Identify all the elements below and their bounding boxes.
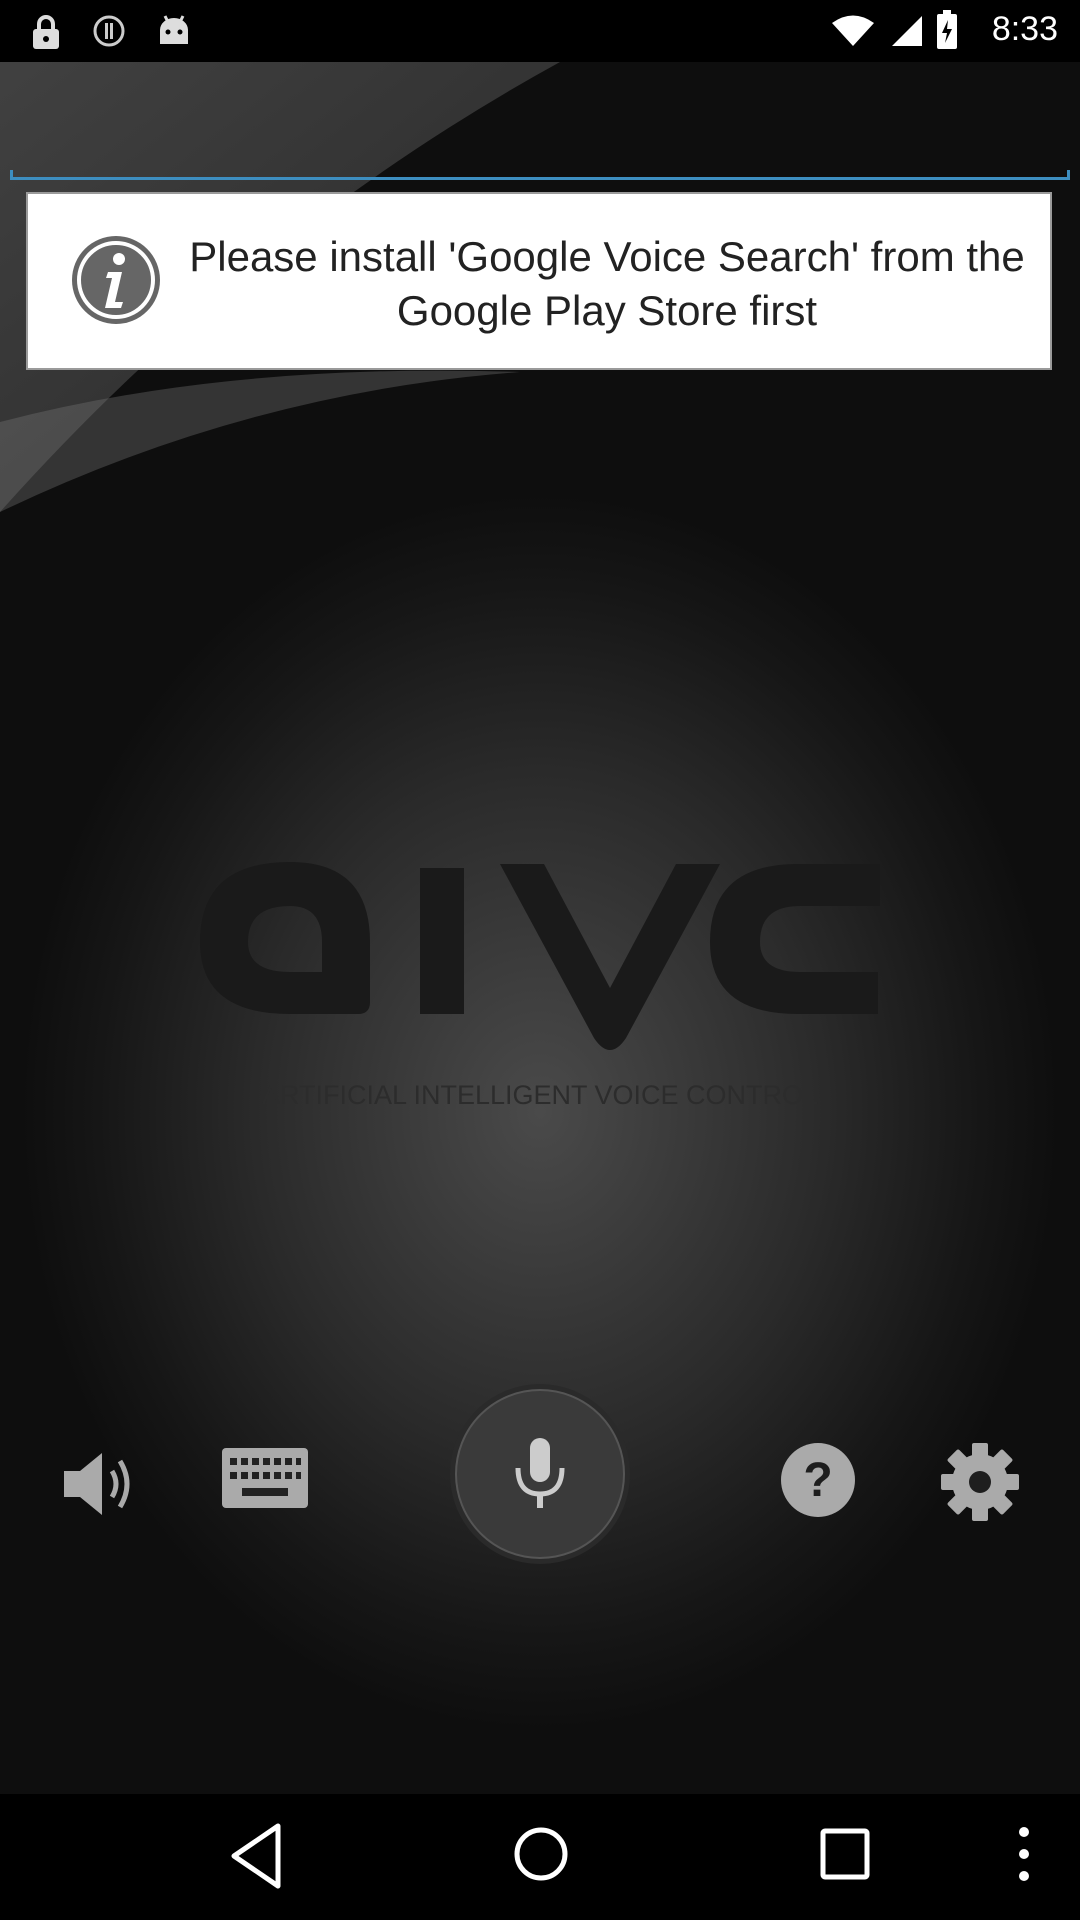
wifi-icon <box>830 14 876 53</box>
home-icon[interactable] <box>513 1826 569 1887</box>
toast-message: Please install 'Google Voice Search' fro… <box>189 233 1025 334</box>
more-options-icon[interactable] <box>1016 1826 1032 1887</box>
keyboard-icon[interactable] <box>222 1448 308 1513</box>
navigation-bar <box>0 1794 1080 1920</box>
aivc-logo: aivc ARTIFICIAL INTELLIGENT VOICE CONTRO… <box>200 862 880 1110</box>
clock: 8:33 <box>991 10 1058 48</box>
app-screen: Please install 'Google Voice Search' fro… <box>0 62 1080 1794</box>
lock-icon <box>30 14 62 55</box>
info-icon <box>68 232 164 328</box>
microphone-icon[interactable] <box>448 1382 632 1571</box>
install-toast: Please install 'Google Voice Search' fro… <box>26 192 1052 370</box>
signal-icon <box>888 14 924 53</box>
battery-icon <box>936 10 958 55</box>
help-icon[interactable]: ? <box>780 1442 856 1523</box>
back-icon[interactable] <box>226 1822 288 1895</box>
settings-icon[interactable] <box>940 1442 1020 1527</box>
svg-text:ARTIFICIAL INTELLIGENT VOICE C: ARTIFICIAL INTELLIGENT VOICE CONTROL <box>262 1080 818 1110</box>
svg-text:?: ? <box>803 1454 832 1507</box>
focus-indicator-line <box>10 170 1070 180</box>
sync-icon <box>92 14 126 53</box>
status-bar: 8:33 <box>0 0 1080 62</box>
android-icon <box>156 14 192 53</box>
recents-icon[interactable] <box>820 1828 870 1885</box>
volume-icon[interactable] <box>60 1449 140 1524</box>
